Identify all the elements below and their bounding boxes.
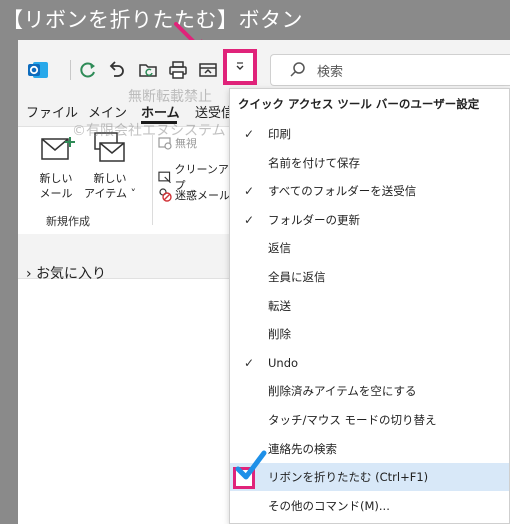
group-separator xyxy=(152,135,153,225)
big-check-icon xyxy=(235,450,267,480)
ribbon: 新しい メール 新しい アイテム ˅ 新規作成 無視 クリーンアップ 迷惑メール xyxy=(18,126,248,236)
new-mail-label: 新しい メール xyxy=(39,172,73,200)
junk-label: 迷惑メール xyxy=(175,189,230,202)
menu-item-print[interactable]: ✓ 印刷 xyxy=(230,120,509,148)
active-tab-indicator xyxy=(141,121,177,124)
group-new-label: 新規作成 xyxy=(46,215,90,228)
tab-home[interactable]: ホーム xyxy=(141,102,180,121)
menu-item-label: 連絡先の検索 xyxy=(268,441,337,456)
menu-item-label: 転送 xyxy=(268,298,291,313)
menu-item-save-as[interactable]: 名前を付けて保存 xyxy=(230,149,509,177)
menu-item-reply-all[interactable]: 全員に返信 xyxy=(230,263,509,291)
menu-item-send-receive-all[interactable]: ✓ すべてのフォルダーを送受信 xyxy=(230,177,509,205)
check-icon: ✓ xyxy=(244,127,255,141)
check-icon: ✓ xyxy=(244,355,255,370)
mail-icon xyxy=(41,137,75,160)
junk-icon xyxy=(159,188,172,202)
menu-item-more-commands[interactable]: その他のコマンド(M)... xyxy=(230,492,509,520)
menu-item-label: 印刷 xyxy=(268,127,291,141)
outlook-logo-icon[interactable] xyxy=(26,58,50,82)
search-placeholder: 検索 xyxy=(317,65,344,80)
ignore-icon xyxy=(158,137,172,150)
menu-item-undo[interactable]: ✓ Undo xyxy=(230,349,509,377)
menu-item-reply[interactable]: 返信 xyxy=(230,234,509,262)
menu-item-label: 返信 xyxy=(268,241,291,256)
menu-title: クイック アクセス ツール バーのユーザー設定 xyxy=(238,97,480,111)
customize-toolbar-dropdown-button[interactable] xyxy=(223,49,257,85)
customize-toolbar-menu: クイック アクセス ツール バーのユーザー設定 ✓ 印刷名前を付けて保存 ✓ すべての… xyxy=(229,88,510,524)
ignore-label: 無視 xyxy=(175,137,197,150)
menu-item-search-contacts[interactable]: 連絡先の検索 xyxy=(230,435,509,463)
tab-file[interactable]: ファイル xyxy=(26,102,78,121)
menu-item-label: すべてのフォルダーを送受信 xyxy=(268,184,417,199)
tab-main[interactable]: メイン xyxy=(88,102,127,121)
cleanup-icon xyxy=(158,171,171,184)
collapse-ribbon-icon[interactable] xyxy=(196,58,220,82)
ignore-button[interactable]: 無視 xyxy=(158,135,197,151)
new-item-button[interactable] xyxy=(92,131,128,169)
print-icon[interactable] xyxy=(166,58,190,82)
menu-item-label: Undo xyxy=(268,355,299,370)
sync-icon[interactable] xyxy=(76,58,100,82)
menu-item-delete[interactable]: 削除 xyxy=(230,320,509,348)
chevron-right-icon: › xyxy=(26,266,32,282)
check-icon: ✓ xyxy=(244,212,255,227)
ribbon-tabs: ファイル メイン ホーム 送受信 xyxy=(18,98,248,124)
menu-item-label: 名前を付けて保存 xyxy=(268,155,360,170)
favorites-label: お気に入り xyxy=(36,266,107,282)
banner-title: 【リボンを折りたたむ】ボタン xyxy=(2,8,303,32)
menu-item-label: フォルダーの更新 xyxy=(268,212,360,227)
menu-item-label: その他のコマンド(M)... xyxy=(268,498,390,513)
menu-item-collapse-ribbon[interactable]: リボンを折りたたむ (Ctrl+F1) xyxy=(230,450,509,492)
menu-item-label: リボンを折りたたむ (Ctrl+F1) xyxy=(268,470,429,485)
menu-item-label: 削除済みアイテムを空にする xyxy=(268,384,417,399)
menu-item-label: タッチ/マウス モードの切り替え xyxy=(268,413,437,427)
new-item-label: 新しい アイテム ˅ xyxy=(84,172,136,200)
chevron-down-icon xyxy=(236,62,244,70)
search-icon xyxy=(290,62,305,77)
menu-item-label: 全員に返信 xyxy=(268,270,326,284)
search-box[interactable]: 検索 xyxy=(270,54,510,86)
menu-item-label: 削除 xyxy=(268,327,291,342)
folder-update-icon[interactable] xyxy=(136,58,160,82)
menu-item-update-folder[interactable]: ✓ フォルダーの更新 xyxy=(230,206,509,234)
undo-icon[interactable] xyxy=(104,58,128,82)
toolbar-separator xyxy=(70,60,71,80)
menu-item-forward[interactable]: 転送 xyxy=(230,292,509,320)
menu-item-touch-mouse-mode[interactable]: タッチ/マウス モードの切り替え xyxy=(230,406,509,434)
menu-item-empty-deleted[interactable]: 削除済みアイテムを空にする xyxy=(230,377,509,405)
new-mail-button[interactable] xyxy=(40,135,76,167)
favorites-node[interactable]: › お気に入り xyxy=(26,263,106,283)
check-icon: ✓ xyxy=(244,184,255,199)
junk-button[interactable]: 迷惑メール xyxy=(158,187,230,203)
new-item-icon xyxy=(94,132,125,162)
